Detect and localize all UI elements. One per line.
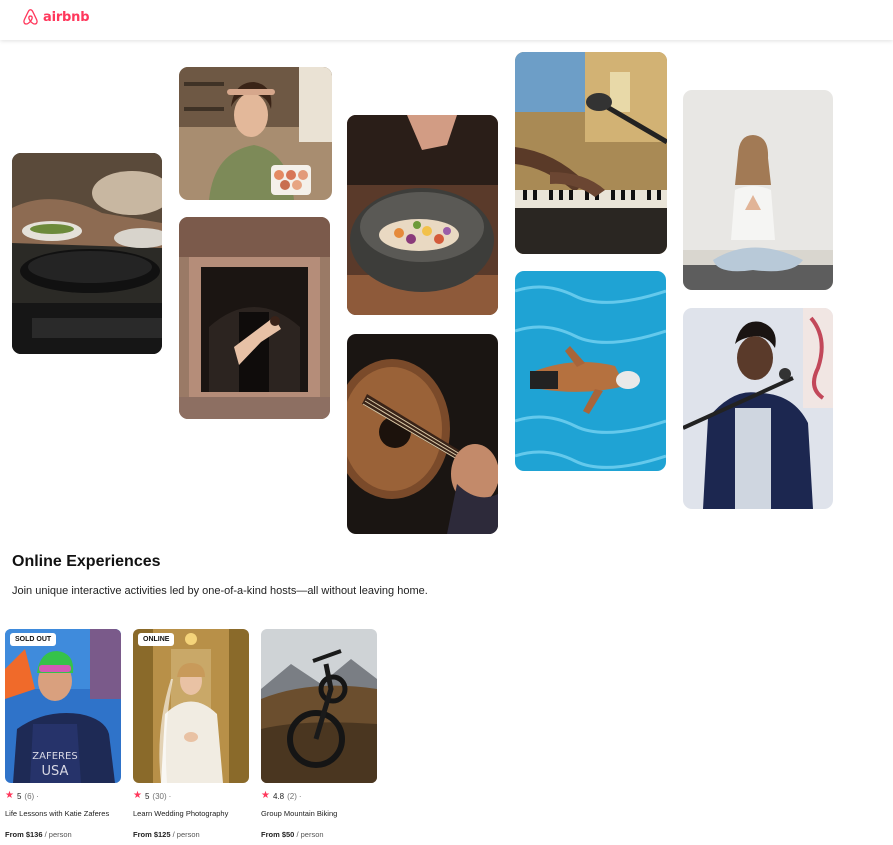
photo-stone-bowl-food[interactable] <box>347 115 498 315</box>
svg-text:ZAFERES: ZAFERES <box>32 751 77 762</box>
status-badge: ONLINE <box>138 633 175 646</box>
status-badge: SOLD OUT <box>10 633 57 646</box>
card-photo-bride[interactable]: ONLINE <box>133 629 249 783</box>
card-photo-swimmer[interactable]: ZAFERES USA SOLD OUT <box>5 629 121 783</box>
price-unit: / person <box>44 830 72 839</box>
photo-singer-microphone[interactable] <box>683 308 833 509</box>
top-header: airbnb <box>0 0 893 40</box>
price-label: From $136 <box>5 830 43 839</box>
experience-card[interactable]: ONLINE ★ 5 (30) · Learn Wedding Photogra… <box>133 629 249 839</box>
star-icon: ★ <box>261 790 270 801</box>
price-label: From $125 <box>133 830 171 839</box>
separator-dot: · <box>168 791 172 801</box>
photo-woman-macarons[interactable] <box>179 67 332 200</box>
card-rating: ★ 5 (30) · <box>133 790 249 802</box>
rating-value: 4.8 <box>272 791 285 801</box>
airbnb-belo-icon <box>23 9 38 25</box>
price-unit: / person <box>296 830 324 839</box>
photo-swimmer-pool[interactable] <box>515 271 666 471</box>
experience-card[interactable]: ZAFERES USA SOLD OUT ★ 5 (6) · Life Less… <box>5 629 121 839</box>
separator-dot: · <box>36 791 39 801</box>
separator-dot: · <box>298 791 302 801</box>
card-price: From $125 / person <box>133 830 249 839</box>
section-title: Online Experiences <box>12 553 161 570</box>
star-icon: ★ <box>5 790 14 801</box>
card-title[interactable]: Group Mountain Biking <box>261 809 377 818</box>
photo-yoga-woman[interactable] <box>683 90 833 290</box>
card-rating: ★ 4.8 (2) · <box>261 790 377 802</box>
rating-value: 5 <box>144 791 150 801</box>
photo-cooking-pans[interactable] <box>12 153 162 354</box>
card-price: From $136 / person <box>5 830 121 839</box>
photo-acoustic-guitar[interactable] <box>347 334 498 534</box>
review-count: (30) <box>152 791 167 801</box>
card-title[interactable]: Learn Wedding Photography <box>133 809 249 818</box>
star-icon: ★ <box>133 790 142 801</box>
photo-dancer-doorway[interactable] <box>179 217 330 419</box>
section-subtitle: Join unique interactive activities led b… <box>12 585 428 597</box>
review-count: (6) <box>24 791 35 801</box>
brand-name: airbnb <box>43 10 90 25</box>
experience-card[interactable]: ★ 4.8 (2) · Group Mountain Biking From $… <box>261 629 377 839</box>
price-unit: / person <box>172 830 200 839</box>
price-label: From $50 <box>261 830 295 839</box>
card-photo-mountain-bike[interactable] <box>261 629 377 783</box>
card-price: From $50 / person <box>261 830 377 839</box>
rating-value: 5 <box>16 791 22 801</box>
review-count: (2) <box>287 791 297 801</box>
card-title[interactable]: Life Lessons with Katie Zaferes <box>5 809 121 818</box>
svg-text:USA: USA <box>42 764 69 779</box>
card-rating: ★ 5 (6) · <box>5 790 121 802</box>
airbnb-logo-link[interactable]: airbnb <box>21 8 90 27</box>
photo-piano-microphone[interactable] <box>515 52 667 254</box>
